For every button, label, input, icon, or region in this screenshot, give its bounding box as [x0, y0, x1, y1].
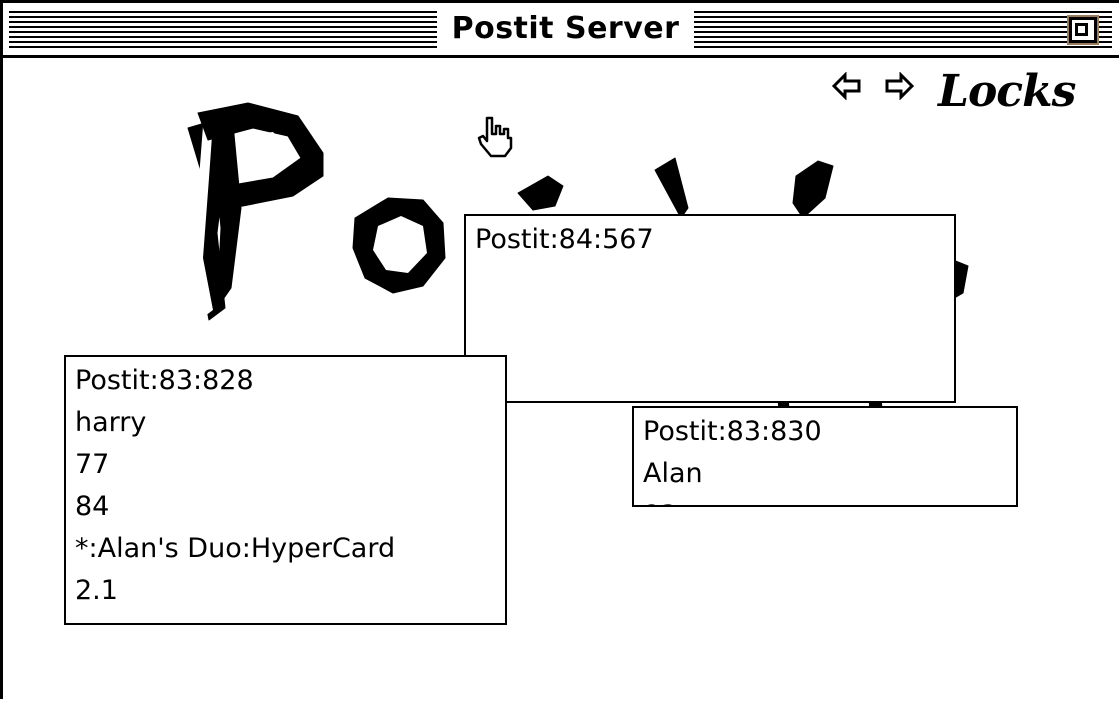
back-arrow-button[interactable]: [831, 72, 863, 100]
postit-line: 2.1: [75, 575, 118, 606]
postit-id-label: Postit:83:830: [643, 416, 822, 447]
title-bar-stripes-left: [9, 11, 437, 49]
locks-button[interactable]: Locks: [938, 70, 1076, 114]
postit-note[interactable]: Postit:83:830 Alan 83: [632, 406, 1018, 507]
postit-note[interactable]: Postit:83:828 harry 77 84 *:Alan's Duo:H…: [64, 355, 507, 625]
left-arrow-icon: [831, 72, 861, 100]
title-bar-stripes-right: [694, 11, 1112, 49]
postit-line: harry: [75, 407, 147, 438]
postit-note[interactable]: Postit:84:567: [464, 214, 956, 403]
postit-line: 83: [643, 498, 1016, 505]
postit-line: 84: [75, 491, 110, 522]
postit-id-label: Postit:84:567: [475, 224, 654, 255]
postit-line: Alan: [643, 458, 703, 489]
card-content: Locks Postit:84:567 Postit:83:828 harry …: [3, 58, 1119, 702]
right-arrow-icon: [885, 72, 915, 100]
window-title: Postit Server: [437, 7, 694, 51]
postit-line: 77: [75, 449, 110, 480]
postit-server-window: Postit Server Locks Postit:84:567 Postit…: [0, 0, 1119, 699]
title-bar[interactable]: Postit Server: [3, 3, 1119, 58]
postit-line: *:Alan's Duo:HyperCard: [75, 533, 396, 564]
hand-cursor-icon: [477, 116, 513, 158]
zoom-box-icon[interactable]: [1069, 17, 1097, 43]
forward-arrow-button[interactable]: [883, 72, 915, 100]
postit-id-label: Postit:83:828: [75, 365, 254, 396]
